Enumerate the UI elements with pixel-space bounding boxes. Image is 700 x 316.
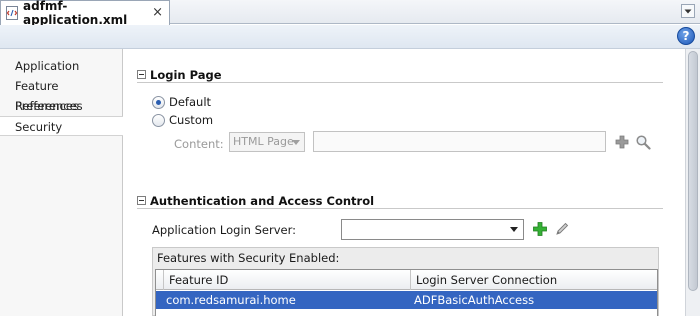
column-header-login-server-connection[interactable]: Login Server Connection: [411, 270, 657, 290]
sidebar-item-security[interactable]: Security: [0, 116, 123, 136]
collapse-icon[interactable]: [137, 196, 146, 205]
login-page-section-header: Login Page: [137, 67, 663, 83]
editor-tab-title: adfmf-application.xml: [23, 0, 128, 27]
sidebar-item-preferences[interactable]: Preferences: [0, 96, 122, 116]
xml-file-icon: [5, 6, 19, 20]
scrollbar-thumb[interactable]: [688, 51, 698, 291]
sidebar-item-label: Security: [15, 120, 63, 134]
sidebar-item-feature-references[interactable]: Feature References: [0, 76, 122, 113]
editor-toolstrip: ?: [0, 25, 700, 49]
row-gutter: [156, 291, 164, 309]
sidebar-item-label: Application: [15, 59, 80, 73]
secured-features-title: Features with Security Enabled:: [157, 251, 340, 265]
secured-features-panel: Features with Security Enabled: Feature …: [152, 247, 659, 316]
chevron-down-icon: [292, 140, 300, 145]
close-icon[interactable]: ×: [152, 5, 163, 20]
content-label: Content:: [174, 137, 224, 151]
row-header-gutter: [156, 270, 164, 290]
login-custom-radio[interactable]: [152, 113, 165, 127]
help-icon[interactable]: ?: [677, 27, 695, 45]
secured-features-table: Feature ID Login Server Connection com.r…: [155, 269, 658, 316]
login-default-label: Default: [169, 95, 212, 109]
auth-section-header: Authentication and Access Control: [137, 193, 663, 209]
add-icon[interactable]: [614, 134, 630, 150]
collapse-icon[interactable]: [137, 70, 146, 79]
login-server-select[interactable]: [341, 219, 524, 240]
security-editor: Login Page Default Custom Content: HTML …: [124, 49, 685, 316]
login-page-title: Login Page: [150, 67, 222, 82]
feature-id-cell[interactable]: com.redsamurai.home: [164, 291, 414, 309]
sidebar: Application Feature References Preferenc…: [0, 49, 123, 316]
login-server-label: Application Login Server:: [152, 223, 296, 237]
edit-icon[interactable]: [554, 221, 570, 237]
login-custom-label: Custom: [169, 113, 214, 127]
column-header-feature-id[interactable]: Feature ID: [164, 270, 411, 290]
tab-menu-icon[interactable]: [681, 4, 695, 18]
editor-tab[interactable]: adfmf-application.xml ×: [0, 0, 170, 27]
content-type-select[interactable]: HTML Page: [229, 132, 305, 152]
login-default-radio[interactable]: [152, 95, 165, 109]
add-icon[interactable]: [532, 221, 548, 237]
auth-section-title: Authentication and Access Control: [150, 193, 375, 208]
content-type-value: HTML Page: [233, 135, 294, 148]
chevron-down-icon: [510, 227, 518, 232]
login-default-option[interactable]: Default: [152, 95, 211, 109]
table-row[interactable]: com.redsamurai.home ADFBasicAuthAccess: [156, 291, 657, 309]
content-path-input[interactable]: [313, 131, 606, 152]
table-header: Feature ID Login Server Connection: [156, 270, 657, 290]
sidebar-item-application[interactable]: Application: [0, 56, 122, 76]
search-icon[interactable]: [635, 134, 651, 150]
login-custom-option[interactable]: Custom: [152, 113, 213, 127]
login-connection-cell[interactable]: ADFBasicAuthAccess: [414, 291, 657, 309]
editor-tab-bar: adfmf-application.xml ×: [0, 0, 700, 27]
sidebar-item-label: Preferences: [15, 99, 83, 113]
vertical-scrollbar[interactable]: [685, 49, 700, 316]
